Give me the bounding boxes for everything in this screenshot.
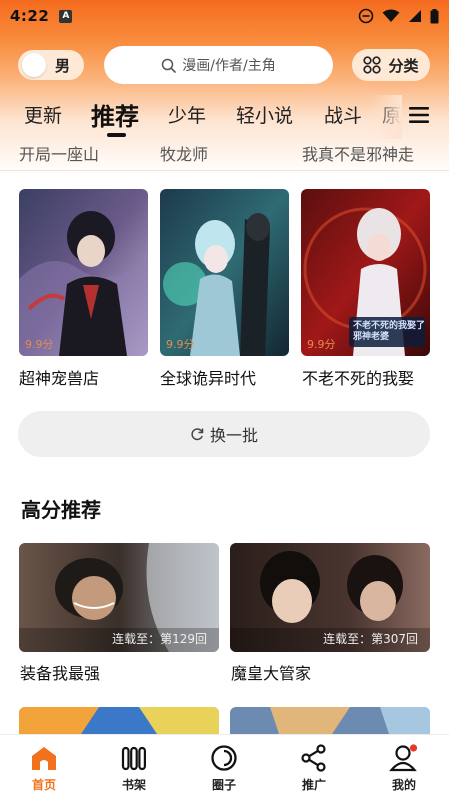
comic-card-cover-partial[interactable]: [19, 707, 219, 737]
serial-progress: 连载至：第129回: [112, 632, 207, 646]
search-row: 男 漫画/作者/主角 分类: [0, 46, 449, 84]
score-badge: 9.9分: [307, 338, 336, 351]
nav-circle[interactable]: 圈子: [194, 743, 254, 793]
cover-image: [19, 189, 148, 356]
prev-title[interactable]: 我真不是邪神走: [302, 141, 414, 165]
search-placeholder: 漫画/作者/主角: [182, 58, 276, 74]
comic-card-cover[interactable]: 9.9分: [160, 189, 289, 356]
nav-profile[interactable]: 我的: [374, 743, 434, 793]
battery-icon: [430, 8, 439, 23]
status-bar: 4:22 A: [0, 0, 449, 32]
bottom-navigation: 首页 书架 圈子 推广 我的: [0, 734, 449, 800]
comic-card-cover[interactable]: 连载至：第307回: [230, 543, 430, 652]
comic-card-cover-partial[interactable]: [230, 707, 430, 737]
search-icon: [162, 58, 177, 73]
nav-home[interactable]: 首页: [14, 743, 74, 793]
refresh-label: 换一批: [209, 426, 258, 445]
notification-app-icon: A: [59, 9, 73, 23]
nav-label: 书架: [121, 778, 146, 792]
nav-label: 推广: [301, 778, 326, 792]
comic-title[interactable]: 全球诡异时代: [160, 365, 256, 389]
nav-promote[interactable]: 推广: [284, 743, 344, 793]
tab-shaonian[interactable]: 少年: [168, 101, 206, 128]
prev-title[interactable]: 牧龙师: [160, 141, 208, 165]
comic-card-cover[interactable]: 9.9分: [19, 189, 148, 356]
tab-battle[interactable]: 战斗: [324, 101, 362, 128]
category-button[interactable]: 分类: [352, 49, 430, 81]
comic-card-cover[interactable]: 不老不死的我娶了邪神老婆 9.9分: [301, 189, 430, 356]
comic-card-cover[interactable]: 连载至：第129回: [19, 543, 219, 652]
do-not-disturb-icon: [358, 8, 374, 24]
tab-light-novel[interactable]: 轻小说: [236, 101, 293, 128]
score-badge: 9.9分: [166, 338, 195, 351]
home-icon: [32, 747, 56, 770]
cover-title-art: 不老不死的我娶了邪神老婆: [353, 321, 426, 342]
comic-title[interactable]: 超神宠兽店: [19, 365, 99, 389]
comic-title[interactable]: 魔皇大管家: [231, 660, 311, 684]
signal-icon: [409, 10, 421, 22]
refresh-icon: [191, 428, 204, 441]
circle-icon: [211, 745, 237, 771]
section-title: 高分推荐: [21, 498, 101, 522]
nav-label: 首页: [31, 778, 56, 792]
menu-icon[interactable]: [408, 105, 430, 125]
active-tab-indicator: [107, 133, 126, 137]
profile-icon: [389, 744, 418, 772]
tabs-fade: [372, 95, 402, 139]
cover-image: [19, 707, 219, 737]
tab-update[interactable]: 更新: [24, 101, 62, 128]
category-tabs: 更新 推荐 少年 轻小说 战斗 原: [0, 95, 449, 139]
nav-label: 圈子: [211, 778, 236, 792]
category-grid-icon: [363, 56, 382, 74]
status-time: 4:22: [10, 7, 50, 25]
serial-progress: 连载至：第307回: [323, 632, 418, 646]
divider: [0, 170, 449, 171]
previous-row-titles: 开局一座山 牧龙师 我真不是邪神走: [0, 141, 449, 165]
prev-title[interactable]: 开局一座山: [19, 141, 99, 165]
share-icon: [301, 744, 326, 772]
toggle-knob: [22, 53, 46, 77]
cover-image: [160, 189, 289, 356]
search-input[interactable]: 漫画/作者/主角: [104, 46, 333, 84]
refresh-batch-button[interactable]: 换一批: [18, 411, 430, 457]
nav-label: 我的: [391, 778, 416, 792]
cover-image: [230, 707, 430, 737]
tab-recommend[interactable]: 推荐: [91, 97, 139, 132]
notification-dot: [409, 744, 418, 752]
bookshelf-icon: [121, 746, 146, 771]
comic-title[interactable]: 装备我最强: [20, 660, 100, 684]
nav-bookshelf[interactable]: 书架: [104, 743, 164, 793]
gender-label: 男: [55, 56, 71, 75]
wifi-icon: [382, 9, 400, 22]
category-label: 分类: [388, 56, 419, 75]
gender-toggle[interactable]: 男: [18, 50, 84, 80]
comic-title[interactable]: 不老不死的我娶: [302, 365, 414, 389]
score-badge: 9.9分: [25, 338, 54, 351]
